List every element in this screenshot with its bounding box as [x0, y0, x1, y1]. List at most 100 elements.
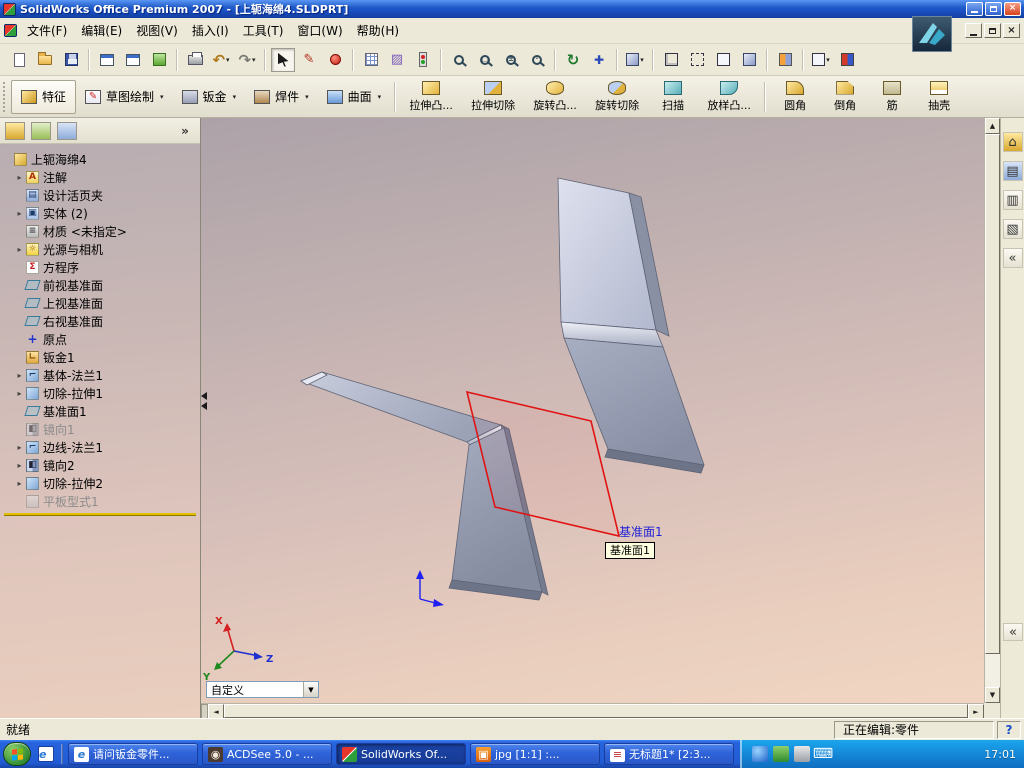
view-orientation-caret[interactable]: ▾ [826, 56, 830, 64]
rollback-bar[interactable] [4, 513, 196, 516]
design-library-button[interactable]: ▤ [1002, 161, 1023, 181]
menu-insert[interactable]: 插入(I) [185, 19, 236, 42]
taskbar-task-untitled-doc[interactable]: ≡ 无标题1* [2:3... [604, 743, 734, 765]
collapse-task-pane-button[interactable]: « [1002, 248, 1023, 268]
tray-antivirus-icon[interactable] [773, 746, 789, 762]
expand-icon[interactable]: ▸ [14, 173, 25, 182]
vertical-scroll-thumb[interactable] [985, 134, 1000, 654]
extruded-boss-button[interactable]: 拉伸凸... [400, 78, 462, 116]
quick-launch-internet[interactable]: e [36, 744, 56, 764]
expand-icon[interactable]: ▸ [14, 389, 25, 398]
help-indicator[interactable]: ? [997, 720, 1021, 739]
sheet-metal-tab-caret[interactable]: ▾ [233, 93, 237, 101]
tree-item-flat-pattern[interactable]: 平板型式1 [2, 492, 198, 510]
tree-item-cut-extrude2[interactable]: ▸ 切除-拉伸2 [2, 474, 198, 492]
zoom-in-out-button[interactable]: ± [499, 48, 523, 72]
tree-item-plane1[interactable]: 基准面1 [2, 402, 198, 420]
rebuild-button[interactable] [411, 48, 435, 72]
scroll-left-button[interactable]: ◄ [208, 704, 224, 719]
menu-view[interactable]: 视图(V) [129, 19, 185, 42]
doc-restore-button[interactable] [984, 23, 1001, 38]
horizontal-scroll-thumb[interactable] [224, 704, 968, 718]
horizontal-scrollbar[interactable]: ◄ ► [201, 703, 984, 719]
zoom-selection-button[interactable]: · [525, 48, 549, 72]
new-button[interactable] [7, 48, 31, 72]
sketch-button[interactable]: ✎ [297, 48, 321, 72]
expand-icon[interactable]: ▸ [14, 461, 25, 470]
search-button[interactable]: ▧ [1002, 219, 1023, 239]
configurationmanager-tab[interactable] [57, 121, 77, 140]
redo-dropdown-caret[interactable]: ▾ [252, 56, 256, 64]
menu-edit[interactable]: 编辑(E) [74, 19, 129, 42]
menu-tools[interactable]: 工具(T) [236, 19, 291, 42]
tree-item-solid-bodies[interactable]: ▸ ▣ 实体 (2) [2, 204, 198, 222]
menu-window[interactable]: 窗口(W) [290, 19, 349, 42]
combo-dropdown-button[interactable]: ▼ [303, 682, 318, 697]
fillet-button[interactable]: 圆角 [770, 78, 820, 116]
plane-label[interactable]: 基准面1 [619, 523, 663, 540]
tree-item-front-plane[interactable]: 前视基准面 [2, 276, 198, 294]
graphics-viewport[interactable]: X Y Z 基准面1 基准面1 自定义 ▼ [201, 118, 984, 703]
hidden-lines-visible-button[interactable] [685, 48, 709, 72]
undo-button[interactable]: ↶ ▾ [209, 48, 233, 72]
tree-item-mirror1[interactable]: ◧ 镜向1 [2, 420, 198, 438]
scroll-right-button[interactable]: ► [968, 704, 984, 719]
panel-overflow-button[interactable]: » [175, 122, 195, 140]
tab-weldments[interactable]: 焊件 ▾ [245, 80, 318, 114]
make-assembly-button[interactable] [121, 48, 145, 72]
tree-item-right-plane[interactable]: 右视基准面 [2, 312, 198, 330]
zoom-fit-button[interactable] [447, 48, 471, 72]
file-explorer-button[interactable]: ▥ [1002, 190, 1023, 210]
close-button[interactable]: × [1004, 2, 1021, 16]
tab-sheet-metal[interactable]: 钣金 ▾ [173, 80, 246, 114]
maximize-button[interactable] [985, 2, 1002, 16]
tree-item-lights-cameras[interactable]: ▸ ☼ 光源与相机 [2, 240, 198, 258]
grid-button[interactable] [359, 48, 383, 72]
select-button[interactable] [271, 47, 295, 72]
view-orientation-combo[interactable]: 自定义 ▼ [206, 681, 319, 698]
vertical-scrollbar[interactable]: ▲ ▼ [984, 118, 1000, 703]
tray-network-icon[interactable] [752, 746, 768, 762]
rotate-view-button[interactable]: ↻ [561, 48, 585, 72]
smart-dimension-button[interactable] [323, 48, 347, 72]
loft-button[interactable]: 放样凸... [698, 78, 760, 116]
tree-item-sheet-metal[interactable]: ∟ 钣金1 [2, 348, 198, 366]
publish-edrawings-button[interactable] [147, 48, 171, 72]
sketch-tab-caret[interactable]: ▾ [160, 93, 164, 101]
tray-display-icon[interactable] [794, 746, 810, 762]
scroll-up-button[interactable]: ▲ [985, 118, 1000, 134]
open-button[interactable] [33, 48, 57, 72]
chamfer-button[interactable]: 倒角 [820, 78, 870, 116]
scroll-down-button[interactable]: ▼ [985, 687, 1000, 703]
solidworks-resources-button[interactable]: ⌂ [1002, 132, 1023, 152]
propertymanager-tab[interactable] [31, 121, 51, 140]
extruded-cut-button[interactable]: 拉伸切除 [462, 78, 524, 116]
shaded-with-edges-button[interactable] [737, 48, 761, 72]
standard-views-button[interactable]: ▾ [623, 48, 647, 72]
doc-close-button[interactable]: × [1003, 23, 1020, 38]
tree-item-base-flange[interactable]: ▸ ⌐ 基体-法兰1 [2, 366, 198, 384]
toolbar-drag-handle[interactable] [3, 81, 8, 112]
taskbar-task-jpg-viewer[interactable]: ▣ jpg [1:1] :... [470, 743, 600, 765]
standard-views-caret[interactable]: ▾ [640, 56, 644, 64]
print-button[interactable] [183, 48, 207, 72]
tree-item-top-plane[interactable]: 上视基准面 [2, 294, 198, 312]
taskbar-task-acdsee[interactable]: ◉ ACDSee 5.0 - ... [202, 743, 332, 765]
expand-icon[interactable]: ▸ [14, 209, 25, 218]
zoom-area-button[interactable]: □ [473, 48, 497, 72]
model-canvas[interactable]: X Y Z [201, 118, 984, 703]
view-orientation-button[interactable]: ▾ [809, 48, 833, 72]
wireframe-button[interactable] [659, 48, 683, 72]
tree-item-mirror2[interactable]: ▸ ◧ 镜向2 [2, 456, 198, 474]
redo-button[interactable]: ↷ ▾ [235, 48, 259, 72]
tab-features[interactable]: 特征 [11, 79, 77, 114]
tree-item-design-binder[interactable]: ▤ 设计活页夹 [2, 186, 198, 204]
make-drawing-button[interactable] [95, 48, 119, 72]
expand-icon[interactable]: ▸ [14, 479, 25, 488]
pan-button[interactable]: ✚ [587, 48, 611, 72]
shell-button[interactable]: 抽壳 [914, 78, 964, 116]
pane-splitter-handle[interactable] [201, 390, 207, 412]
menu-file[interactable]: 文件(F) [20, 19, 74, 42]
edit-color-button[interactable] [835, 48, 859, 72]
weldments-tab-caret[interactable]: ▾ [305, 93, 309, 101]
